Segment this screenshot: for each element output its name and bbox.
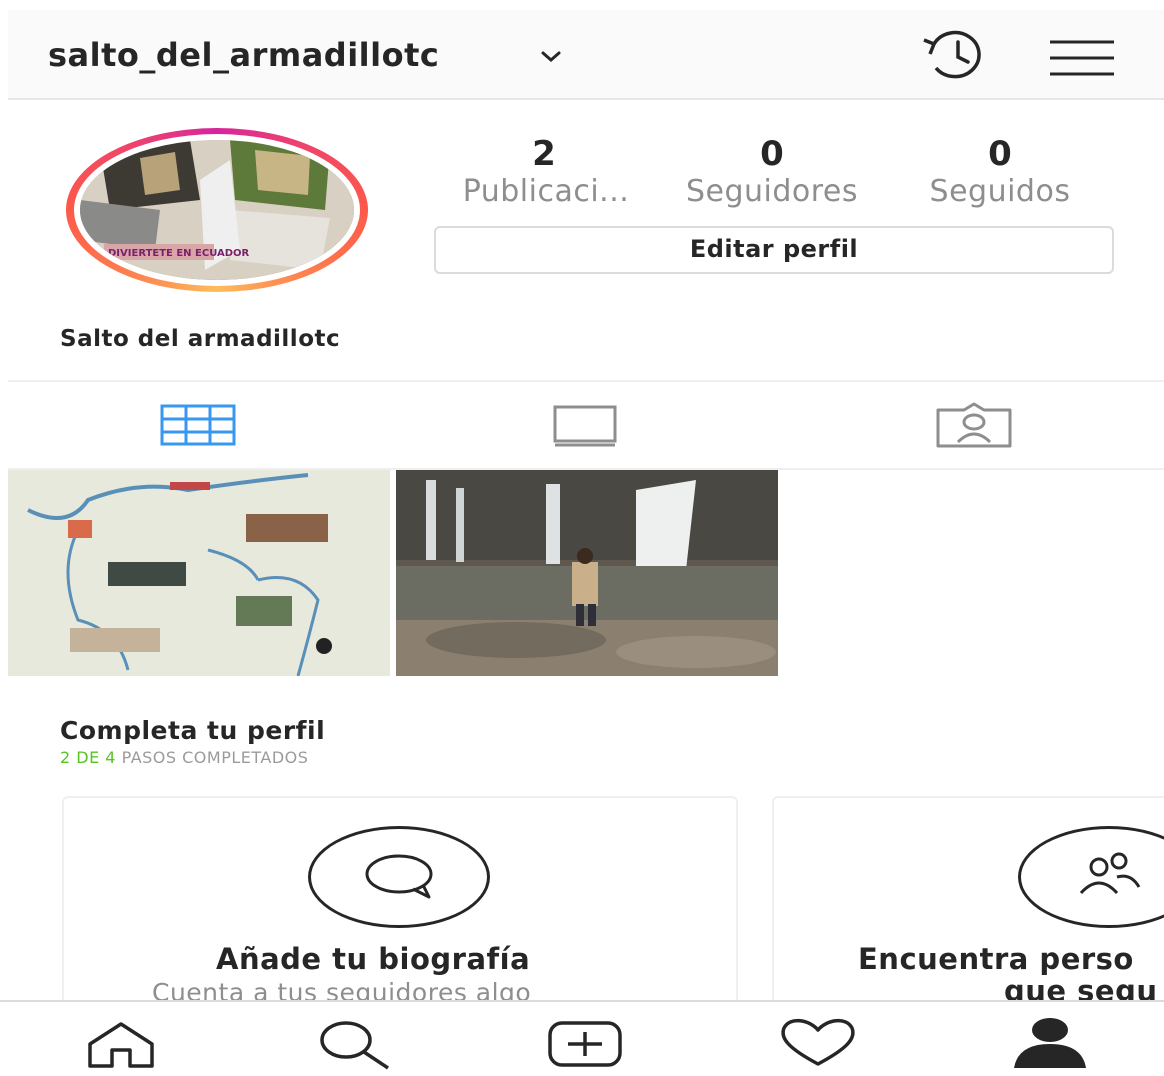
- avatar-collage: DIVIERTETE EN ECUADOR: [80, 140, 354, 280]
- stat-posts-label: Publicaci...: [462, 174, 630, 209]
- tagged-icon[interactable]: [934, 402, 1014, 450]
- profile-tabs: [8, 380, 1164, 470]
- bio-icon-circle: [308, 826, 490, 928]
- username-title[interactable]: salto_del_armadillotc: [48, 36, 439, 74]
- people-icon-circle: [1018, 826, 1164, 928]
- home-icon[interactable]: [86, 1020, 156, 1070]
- bio-card[interactable]: Añade tu biografía Cuenta a tus seguidor…: [62, 796, 738, 1030]
- add-post-icon[interactable]: [546, 1020, 626, 1070]
- activity-heart-icon[interactable]: [778, 1018, 858, 1068]
- avatar-image: DIVIERTETE EN ECUADOR: [80, 140, 354, 280]
- find-people-card[interactable]: Encuentra perso que segu: [772, 796, 1164, 1030]
- top-bar: salto_del_armadillotc: [8, 10, 1164, 100]
- people-icon: [1079, 852, 1141, 895]
- map-post[interactable]: [8, 470, 390, 676]
- avatar-text: DIVIERTETE EN ECUADOR: [108, 248, 250, 259]
- find-people-card-title: Encuentra perso: [858, 942, 1134, 976]
- stat-followers-value: 0: [760, 134, 784, 174]
- waterfall-post-image: [396, 470, 778, 676]
- profile-full-name: Salto del armadillotc: [60, 326, 341, 352]
- feed-icon[interactable]: [552, 404, 618, 448]
- chevron-down-icon[interactable]: [540, 46, 562, 66]
- stat-followers-label: Seguidores: [685, 174, 859, 209]
- stat-following-value: 0: [988, 134, 1012, 174]
- history-icon[interactable]: [916, 30, 1000, 80]
- chat-bubble-icon: [365, 854, 433, 899]
- map-post-image: [8, 470, 390, 676]
- stat-posts-value: 2: [532, 134, 556, 174]
- steps-progress: 2 DE 4 PASOS COMPLETADOS: [60, 748, 308, 767]
- menu-icon[interactable]: [1048, 38, 1118, 78]
- steps-completed-label: PASOS COMPLETADOS: [121, 748, 309, 767]
- steps-completed-count: 2 DE 4: [60, 748, 116, 767]
- profile-avatar[interactable]: DIVIERTETE EN ECUADOR: [66, 128, 368, 292]
- avatar-frame: DIVIERTETE EN ECUADOR: [74, 134, 360, 286]
- complete-profile-title: Completa tu perfil: [60, 716, 326, 745]
- stat-following-label: Seguidos: [929, 174, 1071, 209]
- waterfall-post[interactable]: [396, 470, 778, 676]
- profile-icon[interactable]: [1010, 1016, 1090, 1070]
- grid-icon[interactable]: [160, 404, 236, 446]
- bio-card-title: Añade tu biografía: [216, 942, 531, 976]
- search-icon[interactable]: [316, 1020, 396, 1070]
- bottom-nav: [0, 1000, 1164, 1076]
- edit-profile-button[interactable]: Editar perfil: [434, 226, 1114, 274]
